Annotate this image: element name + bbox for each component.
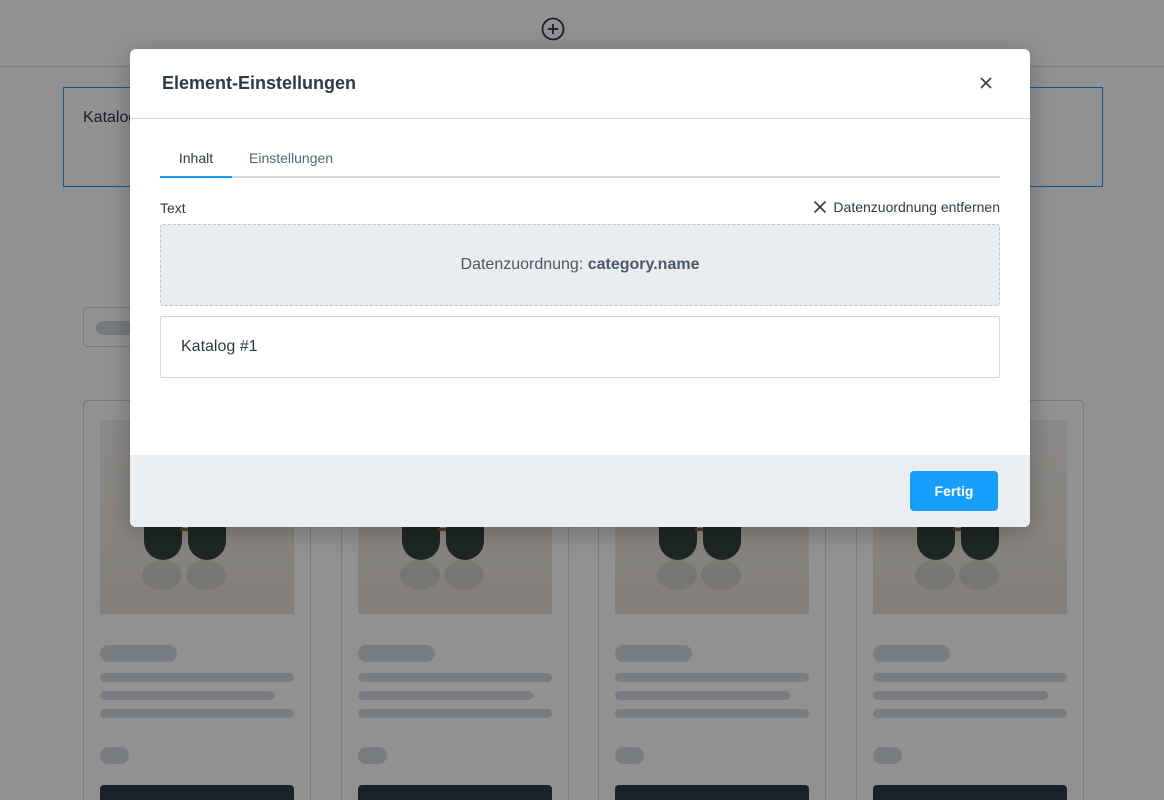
mapping-prefix: Datenzuordnung: [460,256,588,273]
tab-settings[interactable]: Einstellungen [249,141,339,178]
modal-header: Element-Einstellungen [130,49,1030,119]
tab-bar: Inhalt Einstellungen [160,141,1000,178]
mapping-value: category.name [587,256,700,273]
element-settings-modal: Element-Einstellungen Inhalt Einstellung… [130,49,1030,527]
text-value-field[interactable]: Katalog #1 [160,316,1000,378]
close-icon[interactable] [976,73,996,93]
done-button[interactable]: Fertig [910,471,998,511]
modal-title: Element-Einstellungen [162,73,357,93]
tab-content[interactable]: Inhalt [160,141,232,178]
data-mapping-box: Datenzuordnung: category.name [160,224,1000,306]
remove-mapping-button[interactable]: Datenzuordnung entfernen [813,199,1000,215]
text-field-label: Text [160,200,186,216]
remove-mapping-label: Datenzuordnung entfernen [833,199,1000,215]
close-icon [814,200,827,214]
modal-footer: Fertig [130,455,1030,527]
